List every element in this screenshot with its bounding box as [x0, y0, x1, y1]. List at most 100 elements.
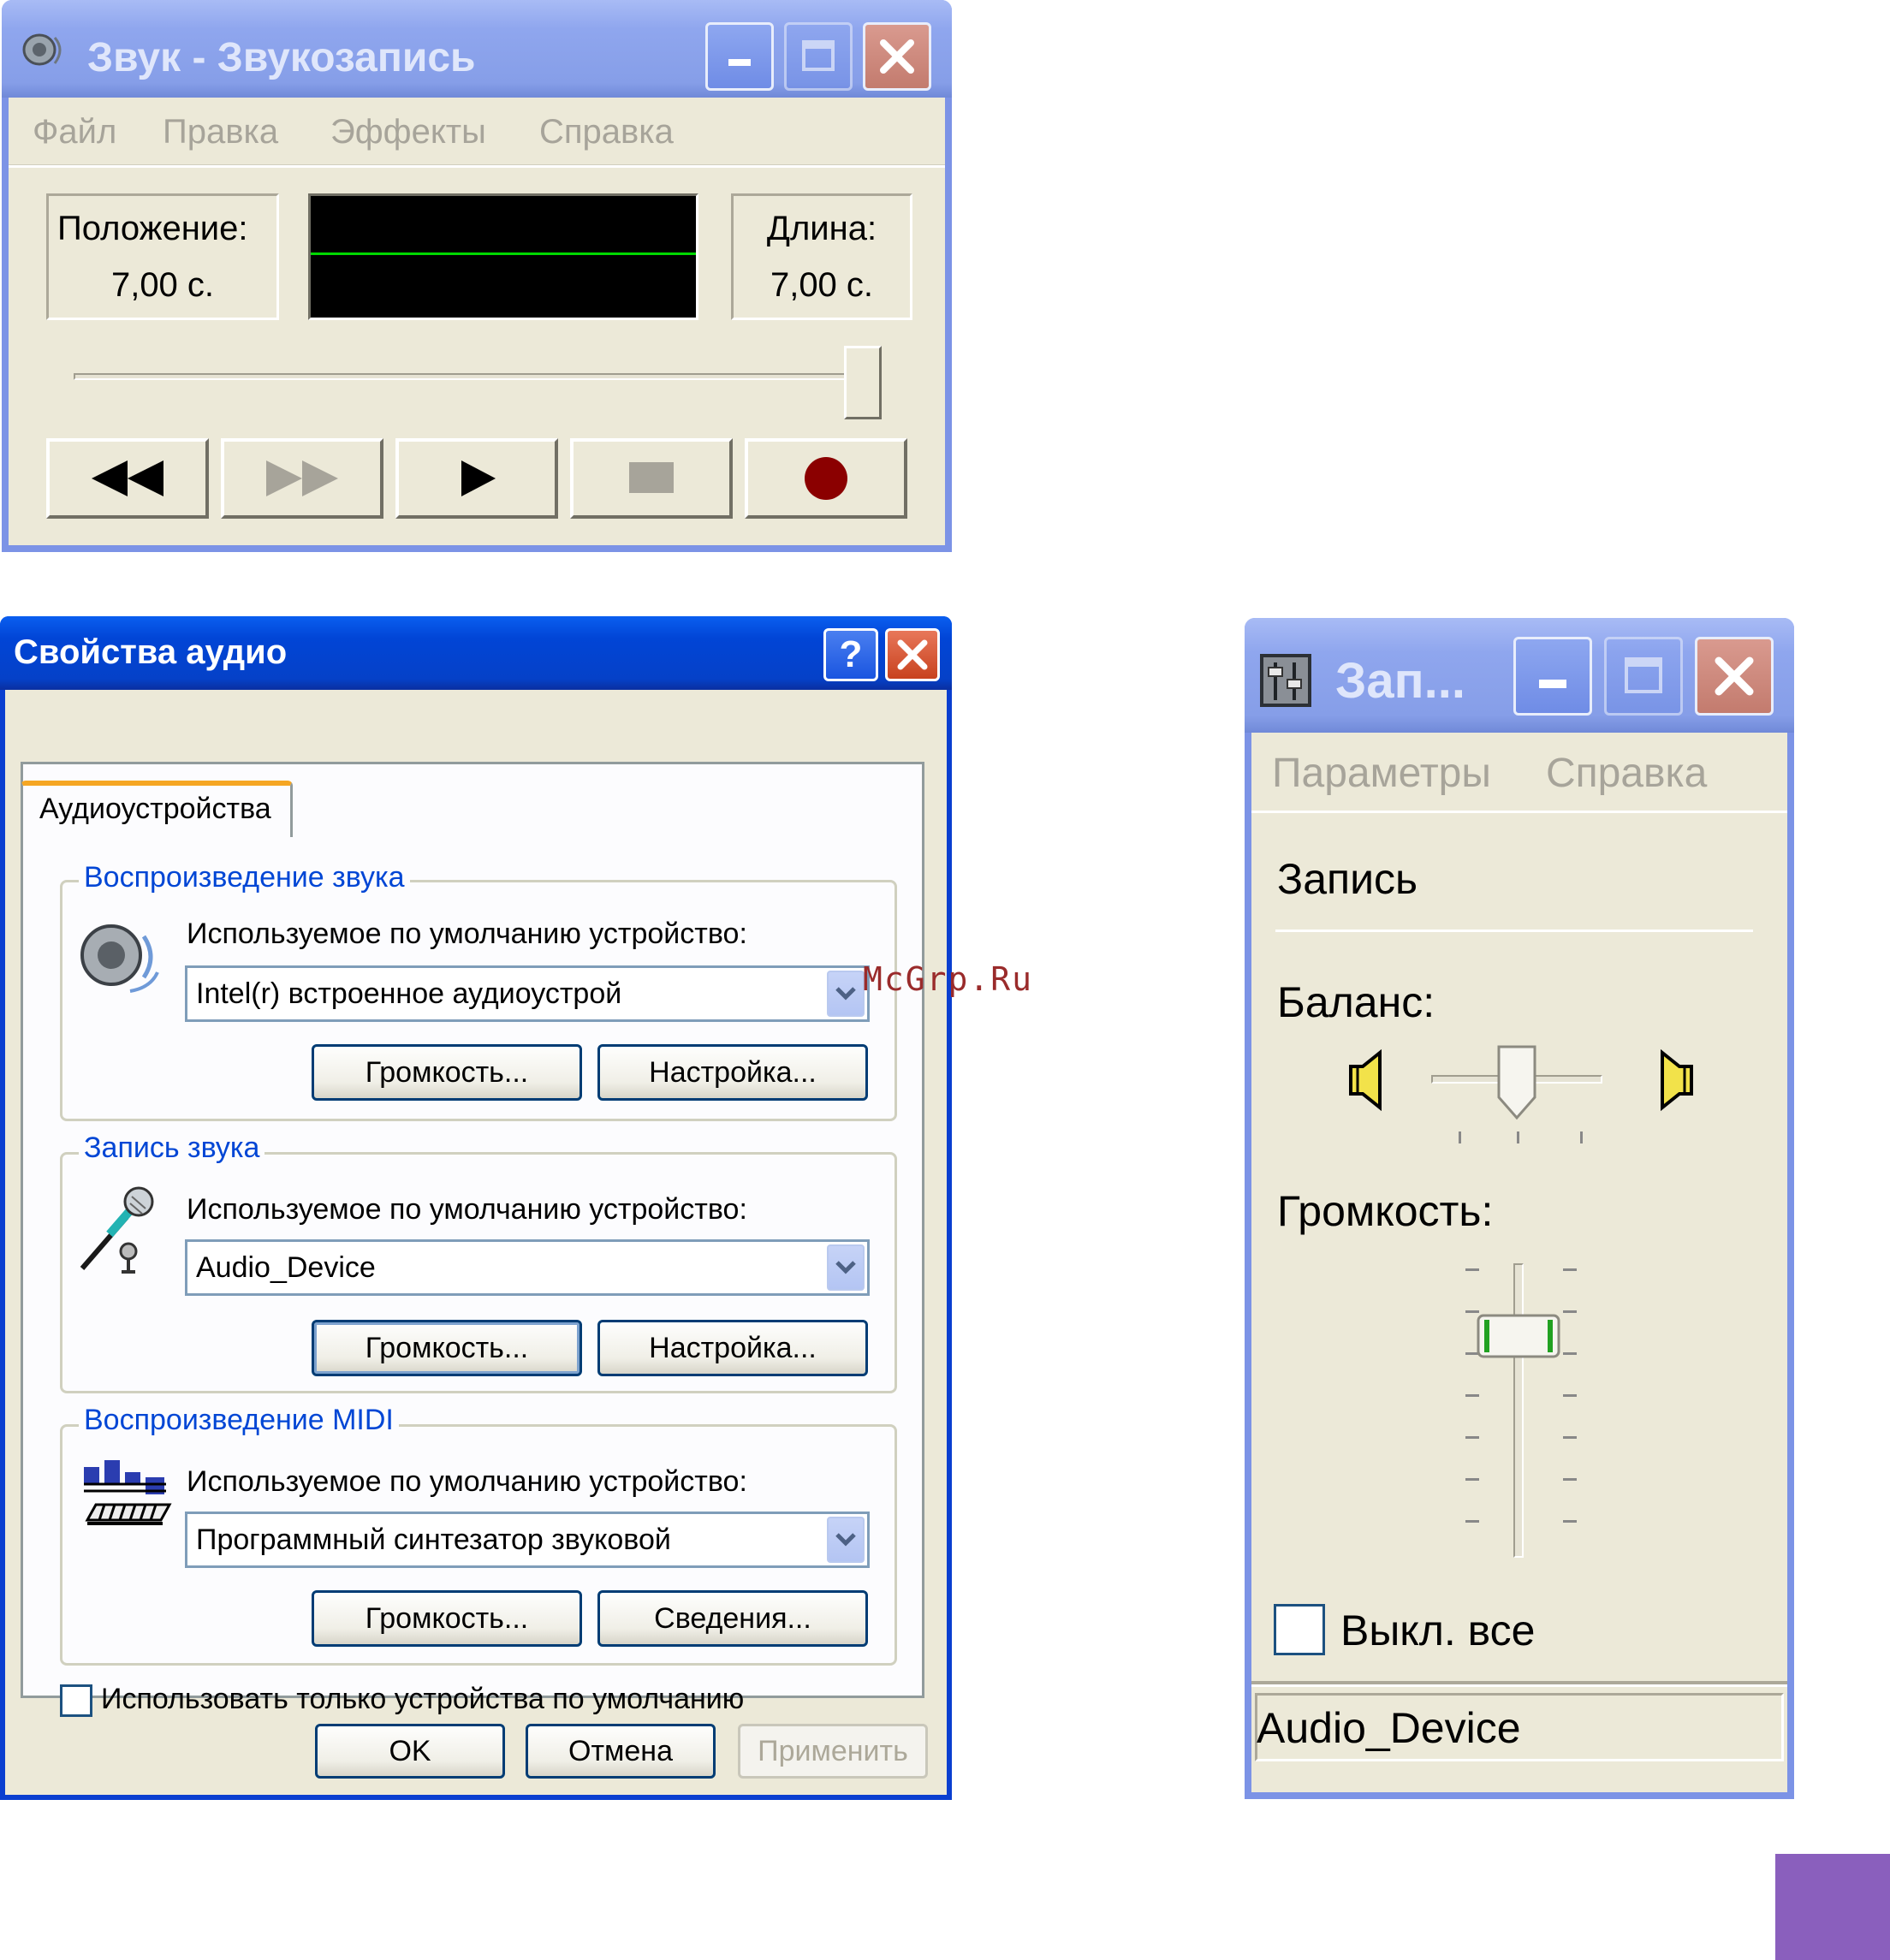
recording-device-select[interactable]: Audio_Device	[185, 1239, 870, 1296]
menu-effects[interactable]: Эффекты	[330, 113, 486, 151]
cancel-button[interactable]: Отмена	[526, 1724, 716, 1779]
balance-thumb[interactable]	[1496, 1044, 1537, 1121]
playback-volume-button[interactable]: Громкость...	[312, 1044, 582, 1101]
position-value: 7,00 с.	[110, 266, 215, 304]
volume-ticks	[1465, 1268, 1577, 1551]
fast-forward-icon	[266, 460, 338, 496]
section-title: Запись	[1277, 855, 1418, 903]
volume-label: Громкость:	[1277, 1187, 1494, 1235]
status-bar: Audio_Device	[1251, 1681, 1787, 1767]
seek-track[interactable]	[74, 373, 870, 380]
status-device-name: Audio_Device	[1257, 1704, 1521, 1752]
sound-recorder-titlebar[interactable]: Звук - Звукозапись	[2, 0, 952, 98]
maximize-button	[1604, 637, 1683, 716]
minimize-icon	[1539, 680, 1566, 688]
recording-volume-button[interactable]: Громкость...	[312, 1320, 582, 1376]
apply-button: Применить	[738, 1724, 928, 1779]
mute-all-label: Выкл. все	[1340, 1607, 1536, 1654]
close-button[interactable]	[1695, 637, 1774, 716]
length-panel: Длина: 7,00 с.	[731, 193, 912, 320]
dropdown-button[interactable]	[827, 971, 865, 1017]
waveform-display	[308, 193, 698, 320]
window-title: Зап...	[1335, 653, 1465, 709]
seek-start-button[interactable]	[46, 438, 209, 519]
menu-options[interactable]: Параметры	[1272, 750, 1491, 797]
minimize-icon	[728, 59, 751, 66]
minimize-button[interactable]	[1513, 637, 1592, 716]
audio-properties-dialog: Свойства аудио ? Аудиоустройства Воспрои…	[0, 616, 952, 1800]
maximize-button	[784, 22, 853, 91]
menu-bar: Параметры Справка	[1251, 733, 1787, 813]
recording-group-label: Запись звука	[79, 1131, 265, 1165]
seek-end-button	[221, 438, 383, 519]
dialog-title: Свойства аудио	[14, 633, 288, 671]
speaker-app-icon	[22, 33, 62, 66]
sound-recorder-client: Файл Правка Эффекты Справка Положение: 7…	[9, 98, 945, 545]
mute-all-checkbox[interactable]	[1274, 1604, 1325, 1655]
close-icon	[1715, 656, 1754, 696]
ok-button[interactable]: OK	[315, 1724, 505, 1779]
watermark: McGrp.Ru	[863, 960, 1034, 998]
balance-tick-left	[1459, 1131, 1461, 1143]
left-speaker-icon	[1349, 1049, 1382, 1111]
midi-device-label: Используемое по умолчанию устройство:	[187, 1465, 747, 1498]
recording-control-titlebar[interactable]: Зап...	[1245, 618, 1794, 733]
playback-device-label: Используемое по умолчанию устройство:	[187, 918, 747, 950]
minimize-button[interactable]	[705, 22, 774, 91]
recording-device-label: Используемое по умолчанию устройство:	[187, 1193, 747, 1226]
menu-file[interactable]: Файл	[33, 113, 116, 151]
dropdown-button[interactable]	[827, 1244, 865, 1291]
recording-control-window: Зап... Параметры Справка Запись Баланс:	[1245, 618, 1794, 1799]
close-icon	[880, 39, 914, 74]
playback-settings-button[interactable]: Настройка...	[597, 1044, 868, 1101]
playback-group-label: Воспроизведение звука	[79, 861, 410, 894]
audio-properties-titlebar[interactable]: Свойства аудио ?	[0, 616, 952, 690]
midi-info-button[interactable]: Сведения...	[597, 1590, 868, 1647]
maximize-icon	[802, 40, 835, 71]
recording-settings-button[interactable]: Настройка...	[597, 1320, 868, 1376]
menu-bar: Файл Правка Эффекты Справка	[9, 98, 945, 168]
menu-help[interactable]: Справка	[539, 113, 674, 151]
stop-button	[570, 438, 733, 519]
audio-properties-client: Аудиоустройства Воспроизведение звука Ис…	[5, 690, 947, 1795]
dropdown-button[interactable]	[827, 1517, 865, 1563]
speaker-icon	[80, 924, 159, 993]
chevron-down-icon	[835, 1533, 856, 1547]
default-only-checkbox[interactable]	[60, 1684, 92, 1717]
midi-group-label: Воспроизведение MIDI	[79, 1404, 399, 1437]
volume-thumb[interactable]	[1476, 1313, 1561, 1359]
volume-control-app-icon	[1260, 654, 1311, 707]
window-title: Звук - Звукозапись	[87, 35, 476, 80]
length-label: Длина:	[766, 210, 877, 247]
right-speaker-icon	[1661, 1049, 1693, 1111]
record-button[interactable]	[745, 438, 907, 519]
help-button[interactable]: ?	[823, 628, 878, 681]
play-icon	[461, 460, 496, 496]
seek-thumb[interactable]	[844, 346, 882, 419]
rewind-icon	[92, 460, 163, 496]
close-button[interactable]	[885, 628, 940, 681]
balance-tick-right	[1580, 1131, 1583, 1143]
section-divider	[1275, 930, 1753, 932]
midi-volume-button[interactable]: Громкость...	[312, 1590, 582, 1647]
menu-edit[interactable]: Правка	[163, 113, 278, 151]
menu-help[interactable]: Справка	[1546, 750, 1707, 797]
playback-device-select[interactable]: Intel(r) встроенное аудиоустрой	[185, 965, 870, 1022]
midi-device-select[interactable]: Программный синтезатор звуковой	[185, 1512, 870, 1568]
position-label: Положение:	[57, 210, 248, 247]
play-button[interactable]	[395, 438, 558, 519]
chevron-down-icon	[835, 1261, 856, 1274]
tab-join	[23, 834, 290, 846]
close-button[interactable]	[863, 22, 931, 91]
playback-device-value: Intel(r) встроенное аудиоустрой	[196, 977, 622, 1010]
position-panel: Положение: 7,00 с.	[46, 193, 279, 320]
waveform-line	[311, 252, 696, 255]
midi-device-value: Программный синтезатор звуковой	[196, 1523, 671, 1556]
sound-recorder-window: Звук - Звукозапись Файл Правка Эффекты С…	[2, 0, 952, 552]
record-icon	[805, 457, 847, 500]
microphone-icon	[80, 1186, 154, 1274]
balance-label: Баланс:	[1277, 978, 1435, 1026]
default-only-label: Использовать только устройства по умолча…	[101, 1683, 745, 1715]
accent-corner-block	[1775, 1854, 1890, 1960]
recording-device-value: Audio_Device	[196, 1250, 376, 1284]
